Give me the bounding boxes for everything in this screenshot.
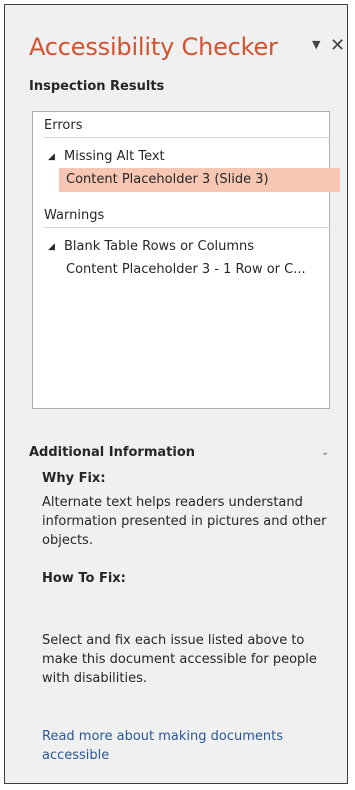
pane-options-dropdown-icon[interactable]: ▼ (312, 38, 320, 51)
tree-node-label: Missing Alt Text (64, 149, 165, 164)
why-fix-label: Why Fix: (42, 471, 106, 486)
inspection-results-heading: Inspection Results (29, 79, 165, 94)
accessibility-checker-pane: Accessibility Checker ▼ ✕ Inspection Res… (4, 4, 348, 784)
tree-node-label: Blank Table Rows or Columns (64, 239, 255, 254)
how-to-fix-text: Select and fix each issue listed above t… (42, 633, 317, 686)
inspection-results-list[interactable]: Errors ◢ Missing Alt Text Content Placeho… (32, 111, 340, 409)
expanded-triangle-icon[interactable]: ◢ (48, 146, 64, 168)
expanded-triangle-icon[interactable]: ◢ (48, 236, 64, 258)
why-fix-text: Alternate text helps readers understand … (42, 495, 327, 548)
chevron-down-icon[interactable]: ⌄ (321, 447, 329, 458)
list-item[interactable]: Content Placeholder 3 - 1 Row or C... (59, 258, 340, 282)
additional-information-heading: Additional Information (29, 445, 196, 460)
pane-title: Accessibility Checker (29, 33, 278, 61)
close-icon[interactable]: ✕ (330, 35, 345, 56)
warnings-header: Warnings (44, 205, 330, 228)
tree-node-missing-alt-text[interactable]: ◢ Missing Alt Text (48, 146, 165, 168)
read-more-link[interactable]: Read more about making documents accessi… (42, 727, 312, 765)
errors-header: Errors (44, 115, 330, 138)
how-to-fix-label: How To Fix: (42, 571, 126, 586)
tree-node-blank-table-rows[interactable]: ◢ Blank Table Rows or Columns (48, 236, 254, 258)
list-item-selected[interactable]: Content Placeholder 3 (Slide 3) (59, 168, 340, 192)
